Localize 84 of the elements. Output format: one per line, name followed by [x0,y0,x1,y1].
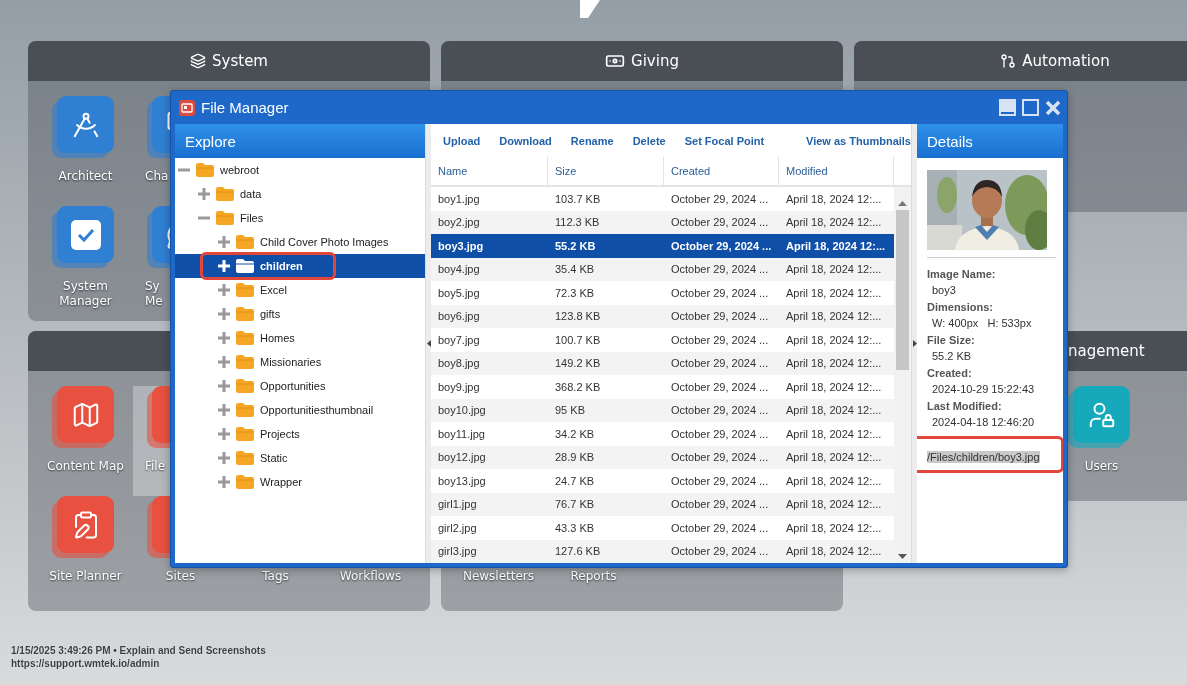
table-cell-text: 55.2 KB [554,238,597,254]
table-cell-text: 28.9 KB [554,450,596,466]
table-cell-text: October 29, 2024 ... [670,426,770,442]
field-value: 2024-10-29 15:22:43 [931,382,1036,397]
status-text: 1/15/2025 3:49:26 PM • Explain and Send Screenshots [11,645,267,656]
table-cell-text: October 29, 2024 ... [670,356,770,372]
table-cell-text: October 29, 2024 ... [670,450,770,466]
card-title: nagement [1068,342,1145,360]
table-cell-text: 368.2 KB [554,379,602,395]
table-cell-text: 103.7 KB [554,191,602,207]
table-cell-text: April 18, 2024 12:... [785,426,883,442]
pane-header: Explore [175,124,425,158]
table-cell-text: boy10.jpg [437,403,487,419]
table-cell-text: 43.3 KB [554,520,596,536]
table-cell-text: 76.7 KB [554,497,596,513]
window-title: File Manager [201,99,290,116]
table-cell-text: April 18, 2024 12:... [785,520,883,536]
table-cell-text: April 18, 2024 12:... [785,379,883,395]
table-cell-text: girl1.jpg [437,497,478,513]
table-cell-text: boy13.jpg [437,473,487,489]
field-value: 2024-04-18 12:46:20 [931,415,1036,430]
table-cell-text: April 18, 2024 12:... [785,215,883,231]
field-label: Dimensions: [927,300,994,315]
table-cell-text: boy1.jpg [437,191,481,207]
table-cell-text: boy9.jpg [437,379,481,395]
table-cell-text: October 29, 2024 ... [670,497,770,513]
table-cell-text: boy11.jpg [437,426,486,442]
path-value: /Files/children/boy3.jpg [927,451,1040,463]
table-cell-text: April 18, 2024 12:... [785,450,883,466]
field-value: boy3 [931,283,957,298]
field-value: 55.2 KB [931,349,973,364]
table-cell-text: April 18, 2024 12:... [785,497,883,513]
table-cell-text: 72.3 KB [554,285,596,301]
card-title: Automation [1022,52,1110,70]
table-cell-text: October 29, 2024 ... [670,520,770,536]
table-cell-text: April 18, 2024 12:... [785,309,883,325]
table-cell-text: October 29, 2024 ... [670,544,770,560]
table-cell-text: October 29, 2024 ... [670,262,770,278]
table-cell-text: boy7.jpg [437,332,481,348]
table-cell-text: October 29, 2024 ... [670,332,770,348]
table-cell-text: boy2.jpg [437,215,481,231]
table-cell-text: 112.3 KB [554,215,601,231]
table-cell-text: 34.2 KB [554,426,596,442]
table-cell-text: girl2.jpg [437,520,478,536]
table-cell-text: April 18, 2024 12:... [785,332,883,348]
table-cell-text: April 18, 2024 12:... [785,285,883,301]
table-cell-text: October 29, 2024 ... [670,285,770,301]
table-cell-text: 149.2 KB [554,356,602,372]
field-label: Last Modified: [927,399,1003,414]
table-cell-text: April 18, 2024 12:... [785,544,883,560]
table-cell-text: 123.8 KB [554,309,602,325]
table-cell-text: boy4.jpg [437,262,481,278]
table-cell-text: October 29, 2024 ... [670,403,770,419]
table-cell-text: April 18, 2024 12:... [785,238,887,254]
field-value: W: 400px H: 533px [931,316,1033,331]
pane-header: Details [917,124,1063,158]
table-cell-text: boy8.jpg [437,356,481,372]
table-cell-text: October 29, 2024 ... [670,309,770,325]
table-cell-text: 35.4 KB [554,262,596,278]
table-cell-text: 24.7 KB [554,473,596,489]
status-text: https://support.wmtek.io/admin [11,658,161,669]
field-label: File Size: [927,333,976,348]
table-cell-text: boy12.jpg [437,450,487,466]
table-cell-text: boy5.jpg [437,285,481,301]
table-cell-text: girl3.jpg [437,544,478,560]
table-cell-text: April 18, 2024 12:... [785,191,883,207]
table-cell-text: boy6.jpg [437,309,481,325]
table-cell-text: April 18, 2024 12:... [785,262,883,278]
card-title: System [212,52,268,70]
table-cell-text: 95 KB [554,403,586,419]
table-cell-text: 127.6 KB [554,544,602,560]
table-cell-text: October 29, 2024 ... [670,191,770,207]
table-cell-text: boy3.jpg [437,238,485,254]
table-cell-text: April 18, 2024 12:... [785,356,883,372]
table-cell-text: October 29, 2024 ... [670,379,770,395]
table-cell-text: 100.7 KB [554,332,602,348]
table-cell-text: April 18, 2024 12:... [785,403,883,419]
card-title: Giving [631,52,679,70]
field-label: Created: [927,366,973,381]
table-cell-text: October 29, 2024 ... [670,215,770,231]
field-label: Image Name: [927,267,997,282]
table-cell-text: October 29, 2024 ... [670,238,773,254]
table-cell-text: April 18, 2024 12:... [785,473,883,489]
table-cell-text: October 29, 2024 ... [670,473,770,489]
